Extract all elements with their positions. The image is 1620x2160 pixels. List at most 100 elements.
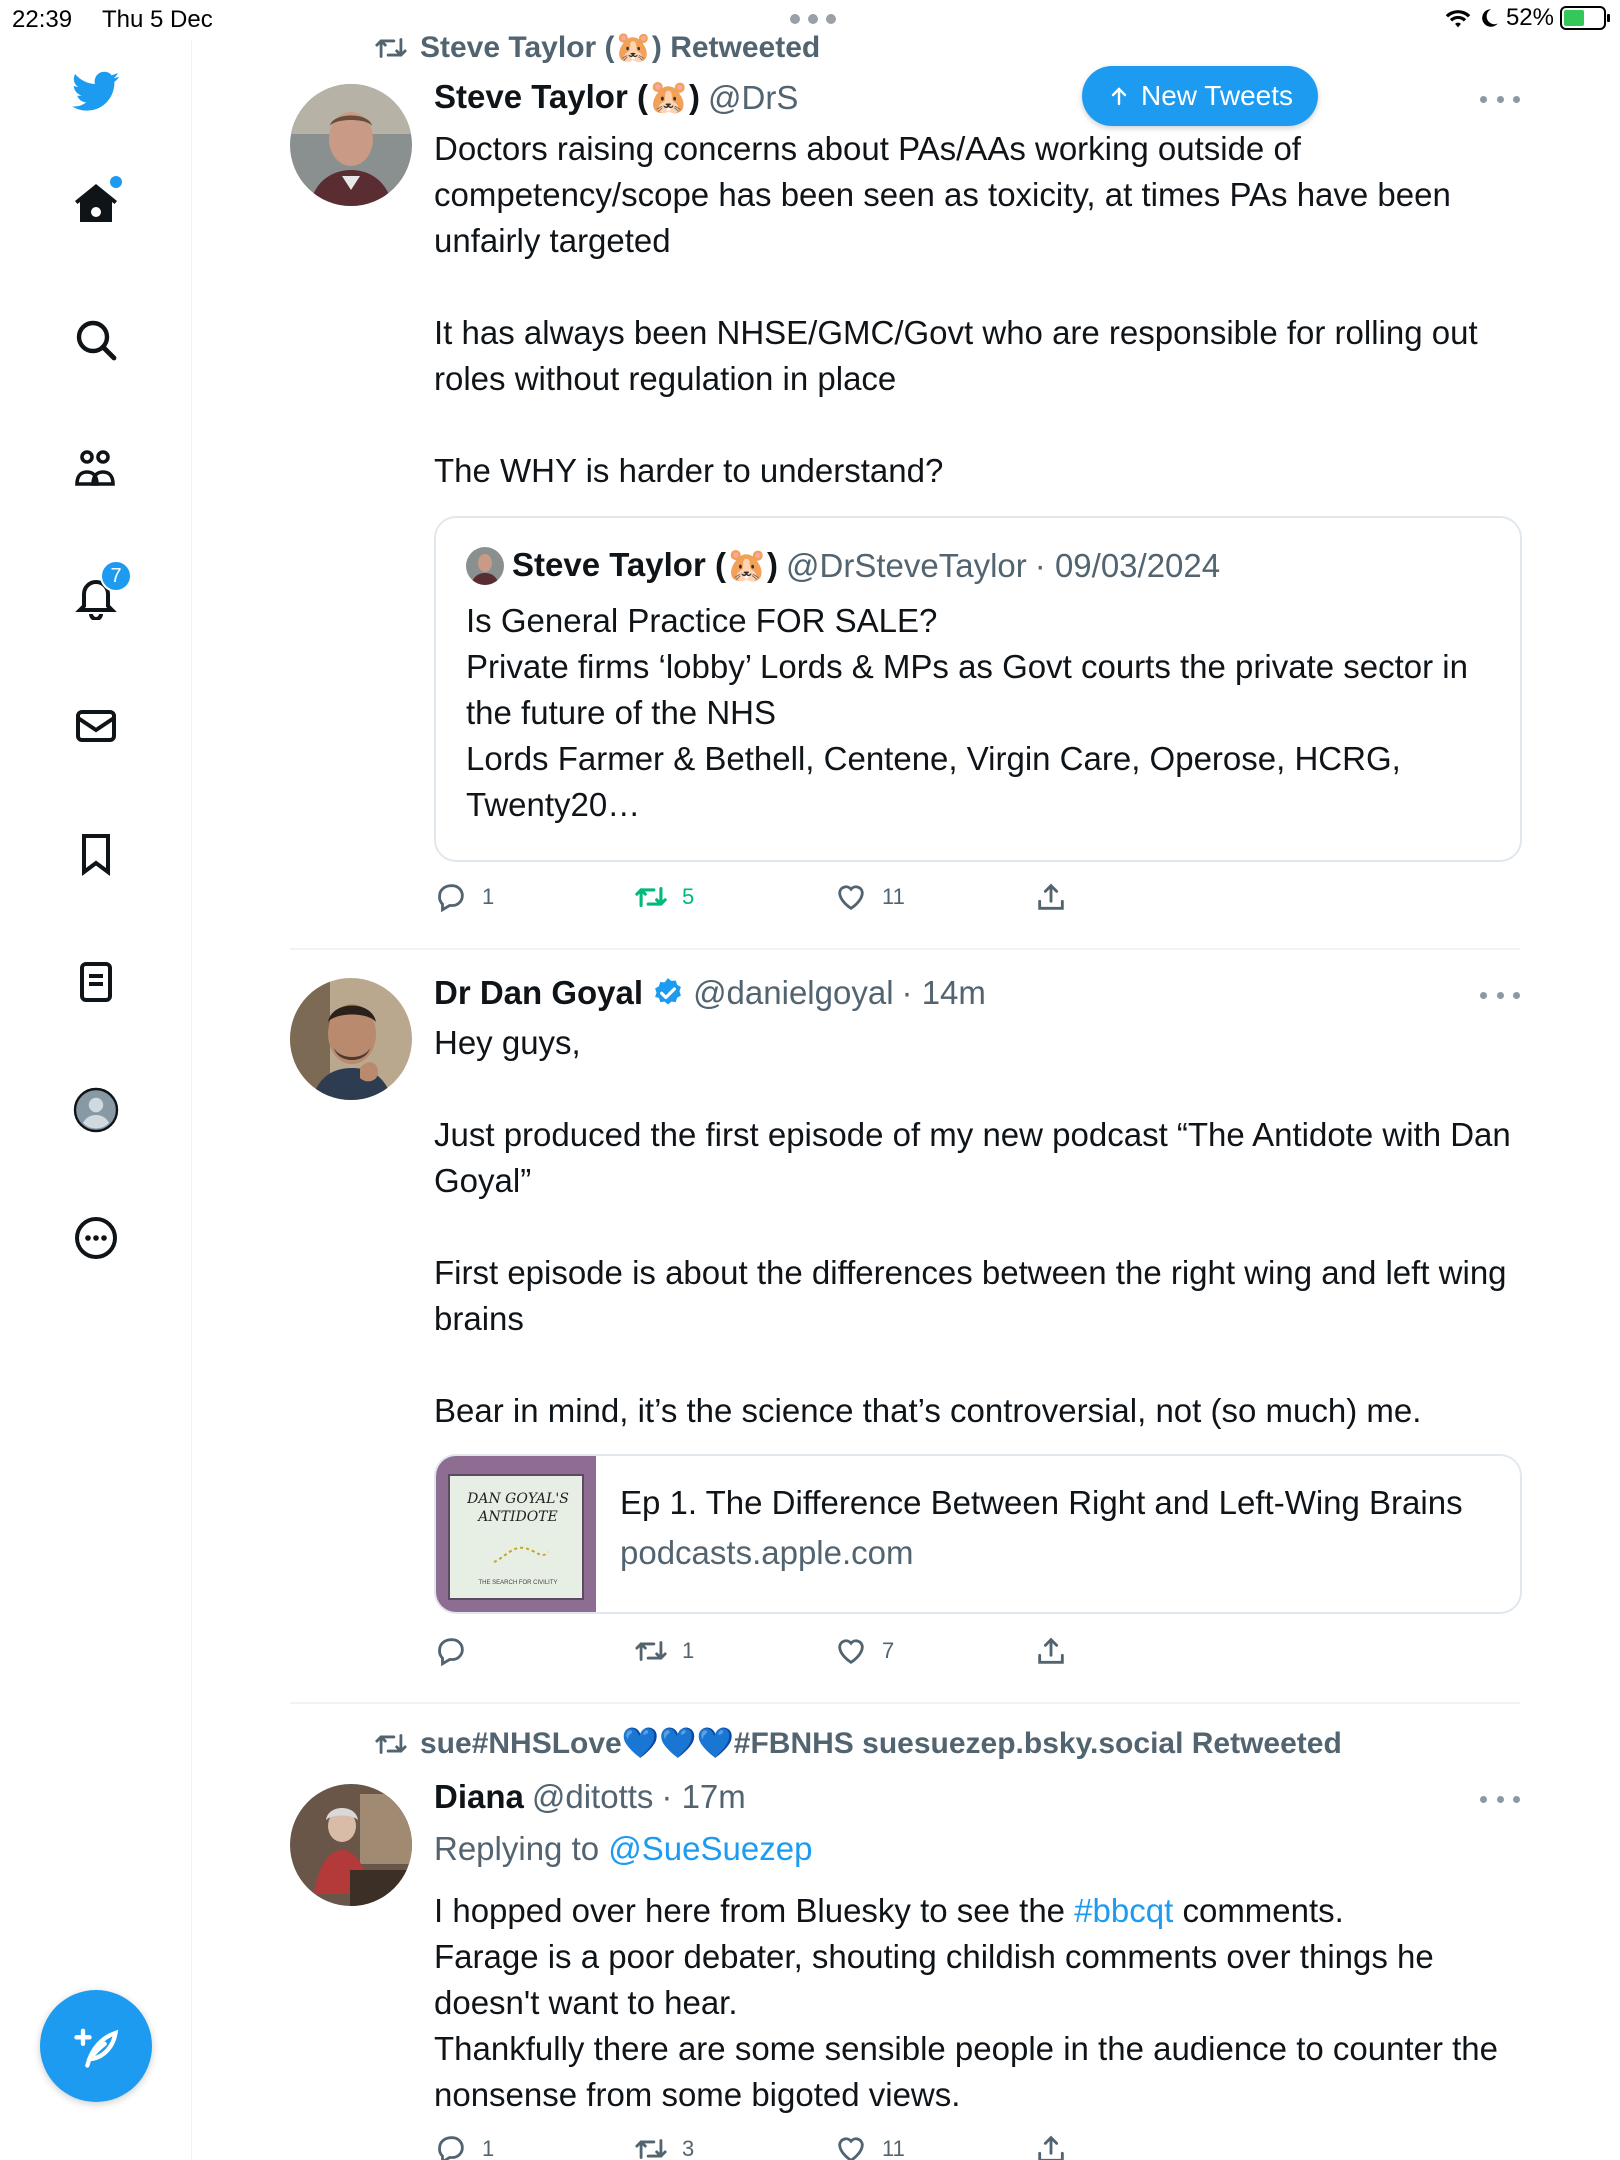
profile-avatar-icon[interactable] <box>66 1080 126 1140</box>
home-icon[interactable] <box>66 174 126 234</box>
retweet-context-label: Steve Taylor (🐹) Retweeted <box>420 31 821 64</box>
lists-icon[interactable] <box>66 952 126 1012</box>
verified-badge-icon <box>655 978 681 1005</box>
heart-icon <box>838 2137 864 2160</box>
new-tweets-button[interactable]: New Tweets <box>1082 66 1318 126</box>
tweet-more-icon[interactable] <box>1480 1796 1520 1806</box>
tweet-more-icon[interactable] <box>1480 992 1520 1002</box>
share-button[interactable] <box>1034 1634 1068 1668</box>
like-count: 11 <box>882 2136 905 2160</box>
avatar[interactable] <box>290 84 412 206</box>
multitasking-dots[interactable] <box>790 14 836 24</box>
tweet-header: Diana @ditotts · 17m <box>434 1778 746 1816</box>
arrow-up-icon <box>1111 87 1127 106</box>
podcast-artwork-decoration <box>493 1546 549 1563</box>
tweet-time[interactable]: · 14m <box>902 974 986 1012</box>
reply-icon <box>438 884 464 913</box>
quoted-date: · 09/03/2024 <box>1034 546 1221 584</box>
tweet-header: Dr Dan Goyal @danielgoyal · 14m <box>434 974 986 1012</box>
like-button[interactable]: 7 <box>834 1634 894 1668</box>
tweet-paragraph: Farage is a poor debater, shouting child… <box>434 1938 1434 2021</box>
quoted-author-name: Steve Taylor (🐹) <box>512 546 779 583</box>
reply-icon <box>438 1638 464 1667</box>
retweet-context-label: sue#NHSLove💙💙💙#FBNHS suesuezep.bsky.soci… <box>420 1727 1342 1760</box>
retweet-button[interactable]: 3 <box>634 2132 694 2160</box>
tweet-paragraph: Doctors raising concerns about PAs/AAs w… <box>434 130 1451 259</box>
tweet-paragraph: Bear in mind, it’s the science that’s co… <box>434 1392 1422 1429</box>
compose-tweet-button[interactable] <box>40 1990 152 2102</box>
tweet-actions: 1 3 11 <box>434 2132 1334 2160</box>
tweet-paragraph: The WHY is harder to understand? <box>434 452 944 489</box>
avatar[interactable] <box>290 978 412 1100</box>
share-icon <box>1038 1637 1064 1664</box>
hashtag-link[interactable]: #bbcqt <box>1074 1892 1173 1929</box>
retweet-context: Steve Taylor (🐹) Retweeted <box>374 30 820 65</box>
tweet-time[interactable]: · 17m <box>661 1778 745 1816</box>
retweet-count: 3 <box>682 2136 695 2160</box>
tweet-paragraph: First episode is about the differences b… <box>434 1254 1507 1337</box>
communities-icon[interactable] <box>66 438 126 498</box>
reply-button[interactable]: 1 <box>434 880 494 914</box>
retweet-icon <box>635 2139 667 2159</box>
tweet-actions: 1 5 11 <box>434 880 1334 920</box>
quoted-author-handle: @DrSteveTaylor <box>786 546 1027 584</box>
author-name[interactable]: Diana <box>434 1778 524 1816</box>
tweet-text: I hopped over here from Bluesky to see t… <box>434 1888 1514 2118</box>
share-icon <box>1038 2135 1064 2160</box>
bookmarks-icon[interactable] <box>66 824 126 884</box>
tweet-divider <box>290 948 1520 950</box>
notifications-bell-icon[interactable]: 7 <box>66 560 132 626</box>
author-name[interactable]: Dr Dan Goyal <box>434 974 643 1012</box>
tweet-text: Hey guys, Just produced the first episod… <box>434 1020 1514 1434</box>
quoted-avatar <box>466 546 504 585</box>
quoted-tweet[interactable]: Steve Taylor (🐹) @DrSteveTaylor · 09/03/… <box>434 516 1522 862</box>
reply-count: 1 <box>482 2136 495 2160</box>
podcast-artwork-title: DAN GOYAL'S ANTIDOTE <box>467 1491 569 1525</box>
wifi-icon <box>1445 10 1471 28</box>
quoted-paragraph: Lords Farmer & Bethell, Centene, Virgin … <box>466 740 1401 823</box>
reply-button[interactable] <box>434 1634 482 1668</box>
quoted-paragraph: Is General Practice FOR SALE? <box>466 602 938 639</box>
reply-button[interactable]: 1 <box>434 2132 494 2160</box>
author-handle[interactable]: @DrS <box>708 79 798 117</box>
tweet-paragraph: It has always been NHSE/GMC/Govt who are… <box>434 314 1478 397</box>
share-button[interactable] <box>1034 2132 1068 2160</box>
battery-percent: 52% <box>1505 4 1554 31</box>
new-tweets-label: New Tweets <box>1141 80 1293 111</box>
replying-to: Replying to @SueSuezep <box>434 1830 812 1868</box>
podcast-artwork-subtitle: THE SEARCH FOR CIVILITY <box>478 1580 558 1586</box>
share-icon <box>1038 883 1064 910</box>
like-button[interactable]: 11 <box>834 880 905 914</box>
reply-count: 1 <box>482 884 495 909</box>
avatar[interactable] <box>290 1784 412 1906</box>
status-date: Thu 5 Dec <box>102 6 213 33</box>
tweet-paragraph: I hopped over here from Bluesky to see t… <box>434 1888 1514 1934</box>
messages-icon[interactable] <box>66 696 126 756</box>
tweet-paragraph: Hey guys, <box>434 1024 581 1061</box>
tweet-text-part: comments. <box>1173 1892 1344 1929</box>
podcast-artwork: DAN GOYAL'S ANTIDOTE THE SEARCH FOR CIVI… <box>436 1456 596 1612</box>
tweet-more-icon[interactable] <box>1480 96 1520 106</box>
link-card[interactable]: DAN GOYAL'S ANTIDOTE THE SEARCH FOR CIVI… <box>434 1454 1522 1614</box>
status-time: 22:39 <box>12 6 73 33</box>
reply-icon <box>438 2136 464 2160</box>
podcast-artwork-inner: DAN GOYAL'S ANTIDOTE THE SEARCH FOR CIVI… <box>448 1474 584 1600</box>
author-handle[interactable]: @ditotts <box>532 1778 654 1816</box>
retweet-button[interactable]: 1 <box>634 1634 694 1668</box>
like-count: 11 <box>882 884 905 909</box>
search-icon[interactable] <box>66 310 126 370</box>
link-card-title: Ep 1. The Difference Between Right and L… <box>620 1484 1463 1521</box>
twitter-logo-icon[interactable] <box>66 60 126 120</box>
status-right: 52% <box>1444 4 1610 32</box>
more-options-icon[interactable] <box>66 1208 126 1268</box>
like-button[interactable]: 11 <box>834 2132 905 2160</box>
retweet-icon <box>635 886 667 908</box>
tweet-paragraph: Just produced the first episode of my ne… <box>434 1116 1511 1199</box>
tweet-header: Steve Taylor (🐹) @DrS <box>434 78 798 117</box>
share-button[interactable] <box>1034 880 1068 914</box>
replying-to-handle[interactable]: @SueSuezep <box>608 1830 812 1867</box>
retweet-button[interactable]: 5 <box>634 880 694 914</box>
author-name[interactable]: Steve Taylor (🐹) <box>434 78 700 117</box>
quoted-tweet-header: Steve Taylor (🐹) @DrSteveTaylor · 09/03/… <box>466 546 1220 585</box>
author-handle[interactable]: @danielgoyal <box>693 974 893 1012</box>
